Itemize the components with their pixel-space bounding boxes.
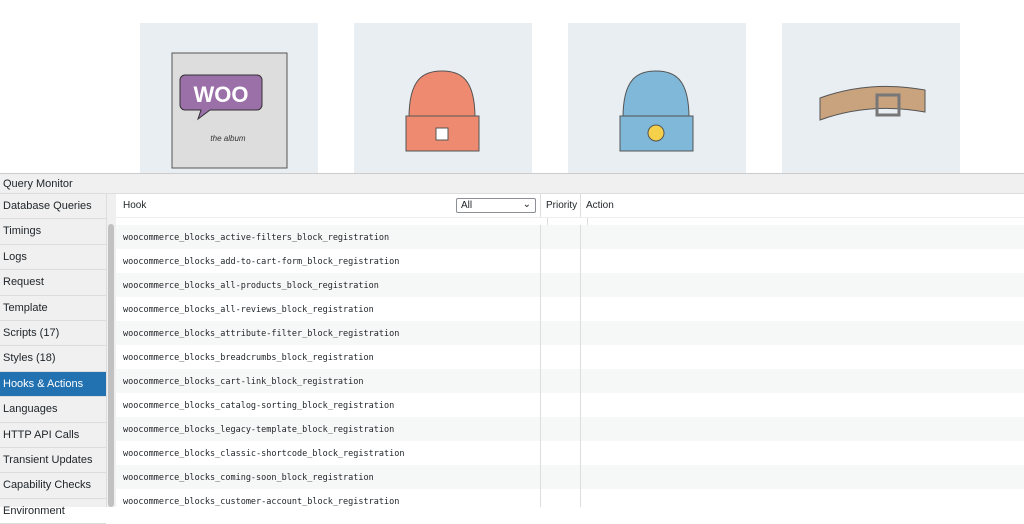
hook-name: woocommerce_blocks_coming-soon_block_reg… [123,473,374,483]
priority-cell [540,273,580,297]
action-cell [580,393,1024,417]
sidebar-item-hooks-actions[interactable]: Hooks & Actions [0,371,106,398]
partial-row [116,218,1024,225]
action-cell [580,465,1024,489]
action-cell [580,489,1024,507]
table-row: woocommerce_blocks_attribute-filter_bloc… [116,321,1024,345]
table-row: woocommerce_blocks_all-reviews_block_reg… [116,297,1024,321]
table-row: woocommerce_blocks_classic-shortcode_blo… [116,441,1024,465]
hook-name: woocommerce_blocks_cart-link_block_regis… [123,377,364,387]
table-row: woocommerce_blocks_active-filters_block_… [116,225,1024,249]
action-cell [580,441,1024,465]
sidebar-item-languages[interactable]: Languages [0,397,106,423]
hook-name: woocommerce_blocks_all-reviews_block_reg… [123,305,374,315]
priority-cell [540,465,580,489]
sidebar-item-database-queries[interactable]: Database Queries [0,194,106,220]
priority-cell [540,345,580,369]
query-monitor-panel: Query Monitor Database Queries Timings L… [0,173,1024,524]
priority-cell [540,225,580,249]
priority-cell [540,441,580,465]
hook-name: woocommerce_blocks_all-products_block_re… [123,281,379,291]
table-row: woocommerce_blocks_all-products_block_re… [116,273,1024,297]
priority-cell [540,321,580,345]
hook-name: woocommerce_blocks_catalog-sorting_block… [123,401,395,411]
action-cell [580,417,1024,441]
hook-name: woocommerce_blocks_add-to-cart-form_bloc… [123,257,400,267]
hook-name: woocommerce_blocks_legacy-template_block… [123,425,395,435]
priority-cell [540,417,580,441]
action-column-header: Action [580,194,1024,217]
sidebar-item-logs[interactable]: Logs [0,245,106,271]
table-row: woocommerce_blocks_add-to-cart-form_bloc… [116,249,1024,273]
product-image-woo-album[interactable]: WOO the album [140,23,318,173]
hooks-table: Hook All ⌄ Priority Action woocommerce_bl… [116,194,1024,507]
sidebar-item-timings[interactable]: Timings [0,219,106,245]
sidebar-item-environment[interactable]: Environment [0,499,106,524]
select-value: All [461,200,473,211]
sidebar-item-template[interactable]: Template [0,296,106,321]
scrollbar[interactable] [107,194,116,507]
scrollbar-thumb[interactable] [108,224,114,507]
svg-text:WOO: WOO [194,82,249,107]
hook-name: woocommerce_blocks_breadcrumbs_block_reg… [123,353,374,363]
hook-name: woocommerce_blocks_attribute-filter_bloc… [123,329,400,339]
action-cell [580,369,1024,393]
priority-cell [540,249,580,273]
table-row: woocommerce_blocks_breadcrumbs_block_reg… [116,345,1024,369]
sidebar-item-request[interactable]: Request [0,270,106,296]
table-row: woocommerce_blocks_legacy-template_block… [116,417,1024,441]
action-cell [580,345,1024,369]
table-row: woocommerce_blocks_catalog-sorting_block… [116,393,1024,417]
table-row: woocommerce_blocks_cart-link_block_regis… [116,369,1024,393]
table-header: Hook All ⌄ Priority Action [116,194,1024,218]
action-cell [580,249,1024,273]
priority-cell [540,489,580,507]
sidebar: Database Queries Timings Logs Request Te… [0,194,107,524]
hook-name: woocommerce_blocks_customer-account_bloc… [123,497,400,507]
priority-cell [540,297,580,321]
table-row: woocommerce_blocks_customer-account_bloc… [116,489,1024,507]
chevron-down-icon: ⌄ [522,199,531,210]
panel-title: Query Monitor [0,174,1024,194]
priority-cell [540,393,580,417]
product-image-orange-beanie[interactable] [354,23,532,173]
product-image-belt[interactable] [782,23,960,173]
priority-cell [540,369,580,393]
table-row: woocommerce_blocks_coming-soon_block_reg… [116,465,1024,489]
action-cell [580,297,1024,321]
sidebar-item-styles[interactable]: Styles (18) [0,346,106,372]
action-cell [580,225,1024,249]
sidebar-item-scripts[interactable]: Scripts (17) [0,321,106,347]
product-image-blue-beanie[interactable] [568,23,746,173]
action-cell [580,321,1024,345]
sidebar-item-transient-updates[interactable]: Transient Updates [0,448,106,474]
hook-name: woocommerce_blocks_active-filters_block_… [123,233,390,243]
action-cell [580,273,1024,297]
hook-name: woocommerce_blocks_classic-shortcode_blo… [123,449,405,459]
hook-column-header: Hook [123,200,147,211]
hook-filter-select[interactable]: All ⌄ [456,198,536,213]
svg-text:the album: the album [210,134,245,143]
sidebar-item-http-api-calls[interactable]: HTTP API Calls [0,423,106,448]
sidebar-item-capability-checks[interactable]: Capability Checks [0,473,106,499]
priority-column-header: Priority [540,194,580,217]
